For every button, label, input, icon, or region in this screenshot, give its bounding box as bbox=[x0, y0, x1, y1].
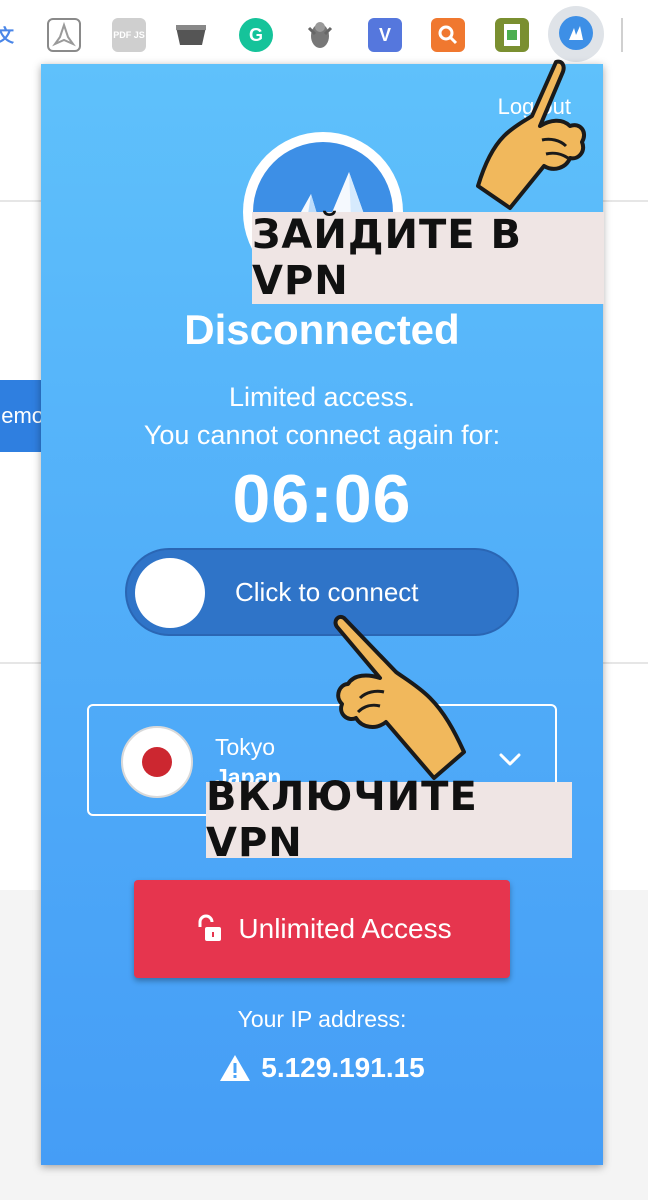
toggle-knob[interactable] bbox=[135, 558, 205, 628]
ip-address-value: 5.129.191.15 bbox=[261, 1052, 425, 1083]
chevron-down-icon[interactable] bbox=[495, 744, 525, 774]
cooldown-timer: 06:06 bbox=[232, 461, 412, 537]
pointing-hand-icon bbox=[333, 615, 466, 780]
tray-ext-icon[interactable] bbox=[174, 18, 208, 52]
unlimited-access-button[interactable]: Unlimited Access bbox=[134, 880, 510, 978]
pointing-hand-icon bbox=[476, 59, 587, 210]
page-demo-button[interactable]: emo bbox=[0, 380, 44, 452]
android-ext-icon[interactable] bbox=[495, 18, 529, 52]
v-ext-icon[interactable]: V bbox=[368, 18, 402, 52]
limited-access-message: Limited access. You cannot connect again… bbox=[41, 378, 603, 454]
japan-flag-icon bbox=[121, 726, 193, 798]
unlock-icon bbox=[198, 914, 222, 941]
location-city: Tokyo bbox=[215, 734, 276, 760]
annotation-enable-vpn: ВКЛЮЧИТЕ VPN bbox=[206, 774, 572, 866]
warning-icon bbox=[220, 1055, 251, 1081]
annotation-open-vpn: ЗАЙДИТЕ В VPN bbox=[252, 212, 604, 304]
limited-line-1: Limited access. bbox=[228, 382, 416, 412]
unlimited-access-label: Unlimited Access bbox=[238, 913, 452, 944]
browser-toolbar: 文 PDF JS G V bbox=[0, 0, 648, 64]
search-ext-icon[interactable] bbox=[431, 18, 465, 52]
ip-address-label: Your IP address: bbox=[237, 1006, 407, 1032]
toolbar-separator bbox=[621, 18, 623, 52]
translate-ext-icon[interactable]: 文 bbox=[0, 18, 22, 52]
bee-ext-icon[interactable] bbox=[303, 18, 337, 52]
vpn-ext-icon[interactable] bbox=[559, 16, 593, 50]
grammarly-ext-icon[interactable]: G bbox=[239, 18, 273, 52]
pdfjs-ext-icon[interactable]: PDF JS bbox=[112, 18, 146, 52]
connection-status: Disconnected bbox=[184, 306, 460, 353]
ip-address-row: 5.129.191.15 bbox=[41, 1052, 603, 1084]
limited-line-2: You cannot connect again for: bbox=[143, 420, 501, 450]
acrobat-ext-icon[interactable] bbox=[47, 18, 81, 52]
